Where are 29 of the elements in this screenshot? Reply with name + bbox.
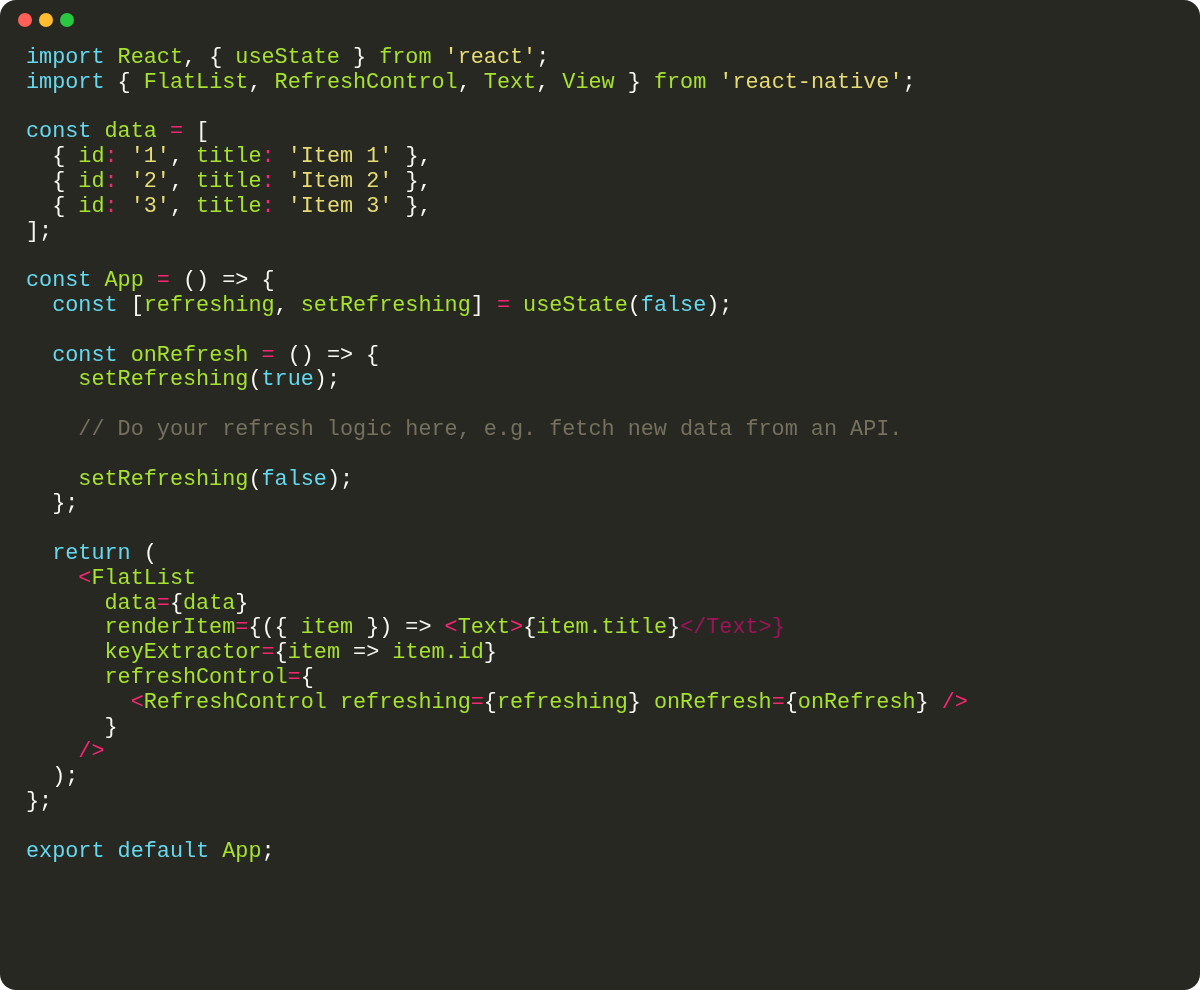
code-line: );	[51, 765, 79, 790]
code-line: export default App;	[26, 839, 275, 865]
code-line: import React, { useState } from 'react';	[26, 46, 550, 71]
code-line: const App = () => {	[26, 269, 275, 294]
code-line: />	[77, 740, 105, 766]
code-line: setRefreshing(true);	[77, 368, 340, 394]
code-line: ];	[26, 219, 53, 245]
code-line: // Do your refresh logic here, e.g. fetch new data from an API.	[77, 417, 903, 443]
code-line: const onRefresh = () => {	[51, 343, 380, 369]
code-line: data={data}	[103, 591, 249, 617]
code-line: }	[104, 715, 118, 741]
code-line: <RefreshControl refreshing={refreshing} onRefresh={onRefresh} />	[129, 690, 968, 716]
window-close-button[interactable]	[18, 13, 32, 27]
code-line: import { FlatList, RefreshControl, Text, View } from 'react-native';	[26, 70, 916, 96]
window-maximize-button[interactable]	[60, 13, 74, 27]
code-line: const data = [	[26, 120, 210, 146]
code-line: { id: '1', title: 'Item 1' },	[51, 145, 432, 170]
code-line: };	[26, 789, 53, 815]
code-line: { id: '2', title: 'Item 2' },	[51, 170, 432, 195]
code-line: keyExtractor={item => item.id}	[103, 641, 497, 666]
code-line: };	[51, 492, 79, 518]
code-line: renderItem={({ item }) => <Text>{item.title}</Text>}	[103, 616, 785, 642]
code-line: refreshControl={	[103, 665, 314, 691]
code-line: const [refreshing, setRefreshing] = useState(false);	[51, 293, 733, 319]
code-line: setRefreshing(false);	[77, 467, 354, 493]
code-line: <FlatList	[77, 566, 197, 592]
code-line: { id: '3', title: 'Item 3' },	[51, 194, 432, 220]
window-minimize-button[interactable]	[39, 13, 53, 27]
code-line: return (	[51, 541, 157, 567]
